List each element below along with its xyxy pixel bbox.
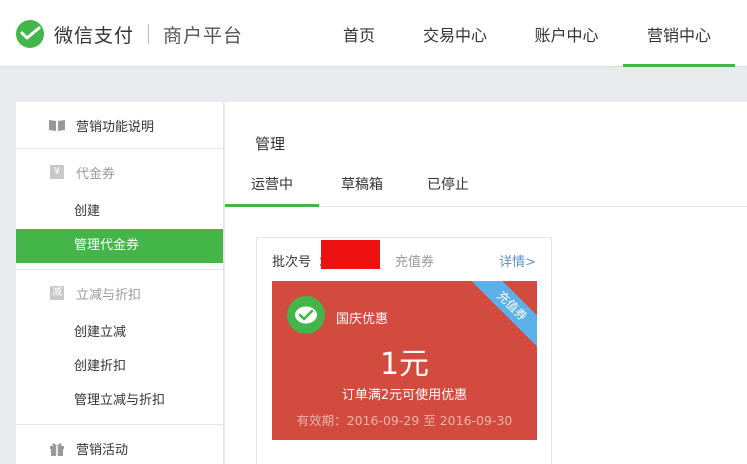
voucher-type-label: 充值券 — [395, 255, 435, 270]
status-tabs: 运营中 草稿箱 已停止 — [225, 168, 747, 207]
main-panel: 管理 运营中 草稿箱 已停止 批次号 ： 充值券 详情> 国庆优惠 充值券 1元… — [225, 102, 747, 464]
tab-stopped[interactable]: 已停止 — [411, 168, 485, 207]
brand-logo[interactable]: 微信支付 商户平台 — [14, 18, 243, 50]
sidebar-item-label: 营销活动 — [76, 442, 129, 458]
coupon-value: 1元 — [379, 347, 430, 382]
sidebar-group-discounts: 减 立减与折扣 创建立减 创建折扣 管理立减与折扣 — [16, 270, 223, 425]
sidebar-item-label: 营销功能说明 — [76, 119, 155, 135]
sidebar-group-activities: 营销活动 — [16, 425, 223, 464]
page-title: 管理 — [255, 135, 286, 153]
sidebar-item-create-discount[interactable]: 创建折扣 — [16, 350, 223, 384]
nav-transaction-center[interactable]: 交易中心 — [400, 0, 510, 67]
coupon-name: 国庆优惠 — [336, 312, 389, 327]
sidebar-heading-discounts: 减 立减与折扣 — [16, 270, 223, 316]
gift-icon — [48, 441, 66, 456]
voucher-card: 批次号 ： 充值券 详情> 国庆优惠 充值券 1元 订单满2元可使用优惠 有效期… — [256, 237, 552, 464]
top-nav: 首页 交易中心 账户中心 营销中心 — [318, 0, 735, 67]
details-link[interactable]: 详情> — [499, 251, 536, 270]
tab-drafts[interactable]: 草稿箱 — [325, 168, 399, 207]
sidebar-item-manage-vouchers[interactable]: 管理代金券 — [16, 229, 223, 263]
sidebar-heading-vouchers: ¥ 代金券 — [16, 149, 223, 195]
top-header: 微信支付 商户平台 首页 交易中心 账户中心 营销中心 — [0, 0, 747, 67]
sidebar-item-manage-discounts[interactable]: 管理立减与折扣 — [16, 384, 223, 418]
minus-badge-icon: 减 — [50, 286, 64, 300]
nav-home[interactable]: 首页 — [318, 0, 400, 67]
coupon-validity: 有效期：2016-09-29 至 2016-09-30 — [296, 413, 513, 428]
sidebar-heading-label: 立减与折扣 — [76, 287, 142, 303]
wechat-logo-icon — [287, 296, 325, 334]
coupon-condition: 订单满2元可使用优惠 — [341, 388, 468, 403]
batch-number-label: 批次号 — [272, 255, 312, 270]
brand-divider — [148, 24, 150, 44]
sidebar-item-create-reduction[interactable]: 创建立减 — [16, 316, 223, 350]
voucher-card-header: 批次号 ： 充值券 详情> — [257, 238, 551, 280]
nav-account-center[interactable]: 账户中心 — [510, 0, 623, 67]
sidebar-group-vouchers: ¥ 代金券 创建 管理代金券 — [16, 149, 223, 270]
brand-name: 微信支付 — [54, 24, 135, 47]
wechat-pay-logo-icon — [16, 20, 44, 48]
sidebar-item-create-voucher[interactable]: 创建 — [16, 195, 223, 229]
nav-marketing-center[interactable]: 营销中心 — [623, 0, 735, 67]
tab-running[interactable]: 运营中 — [225, 168, 319, 207]
book-icon — [48, 118, 66, 132]
sidebar-heading-label: 代金券 — [76, 166, 116, 182]
coupon-preview[interactable]: 国庆优惠 充值券 1元 订单满2元可使用优惠 有效期：2016-09-29 至 … — [272, 281, 537, 440]
brand-subtitle: 商户平台 — [163, 24, 244, 47]
sidebar-item-marketing-info[interactable]: 营销功能说明 — [16, 102, 223, 148]
sidebar-item-marketing-activities[interactable]: 营销活动 — [16, 425, 223, 464]
sidebar-group-marketing-info: 营销功能说明 — [16, 102, 223, 149]
batch-number-redaction — [321, 240, 380, 269]
sidebar: 营销功能说明 ¥ 代金券 创建 管理代金券 减 立减与折扣 创建立减 创建折扣 … — [16, 102, 224, 464]
yen-icon: ¥ — [48, 165, 66, 179]
